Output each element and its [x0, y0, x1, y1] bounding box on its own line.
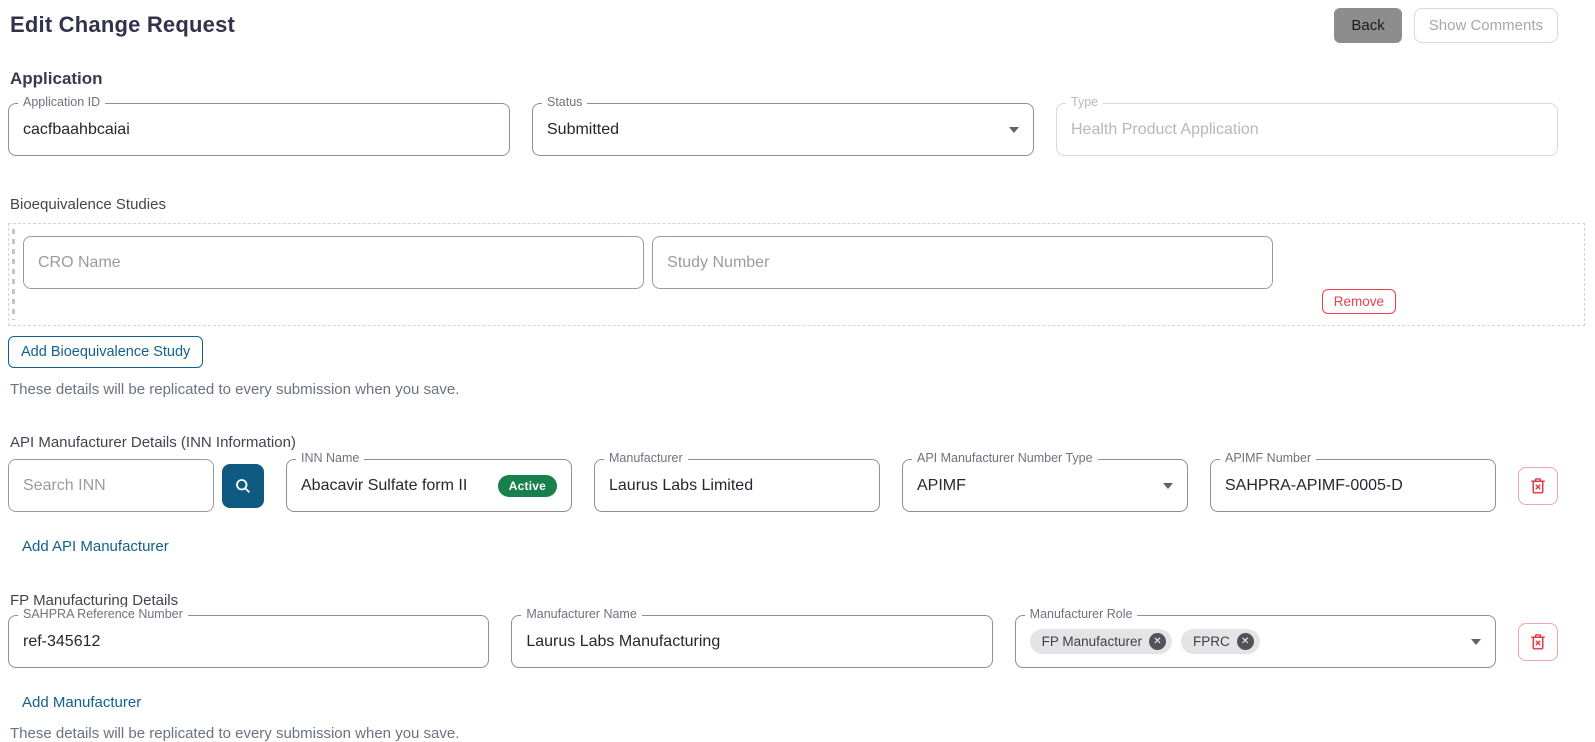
fp-manufacturing-row: SAHPRA Reference Number Manufacturer Nam…	[8, 615, 1558, 668]
apimf-number-input[interactable]	[1225, 477, 1481, 495]
inn-name-value: Abacavir Sulfate form II	[301, 477, 467, 495]
chip-fp-manufacturer: FP Manufacturer ✕	[1030, 629, 1172, 654]
apimf-number-field[interactable]: APIMF Number	[1210, 459, 1496, 512]
show-comments-button[interactable]: Show Comments	[1414, 8, 1558, 43]
delete-api-manufacturer-button[interactable]	[1518, 467, 1558, 505]
api-manufacturer-row: INN Name Abacavir Sulfate form II Active…	[8, 459, 1558, 512]
bioequivalence-note: These details will be replicated to ever…	[10, 381, 1585, 398]
fp-manufacturing-section-heading: FP Manufacturing Details	[10, 592, 1585, 609]
application-fields-row: Application ID Status Submitted Type Hea…	[8, 103, 1558, 156]
topbar: Edit Change Request Back Show Comments	[8, 8, 1585, 43]
back-button[interactable]: Back	[1334, 8, 1401, 43]
manufacturer-role-multiselect[interactable]: Manufacturer Role FP Manufacturer ✕ FPRC…	[1015, 615, 1496, 668]
application-id-input[interactable]	[23, 121, 495, 139]
trash-delete-icon	[1528, 632, 1548, 652]
search-inn-button[interactable]	[222, 464, 264, 508]
api-manufacturer-number-type-label: API Manufacturer Number Type	[912, 451, 1098, 465]
manufacturer-name-field[interactable]: Manufacturer Name	[511, 615, 992, 668]
manufacturer-label: Manufacturer	[604, 451, 688, 465]
manufacturer-name-label: Manufacturer Name	[521, 607, 641, 621]
inn-search-group	[8, 459, 264, 512]
close-circle-icon[interactable]: ✕	[1149, 633, 1166, 650]
active-status-badge: Active	[498, 475, 557, 497]
manufacturer-role-chips: FP Manufacturer ✕ FPRC ✕	[1030, 629, 1260, 654]
application-section-heading: Application	[10, 69, 1585, 89]
add-api-manufacturer-link[interactable]: Add API Manufacturer	[22, 538, 169, 555]
close-circle-icon[interactable]: ✕	[1237, 633, 1254, 650]
type-field: Type Health Product Application	[1056, 103, 1558, 156]
topbar-actions: Back Show Comments	[1334, 8, 1558, 43]
api-manufacturer-number-type-value: APIMF	[917, 477, 966, 495]
bioequivalence-study-row: Remove	[8, 223, 1585, 326]
page-title: Edit Change Request	[10, 12, 235, 38]
search-icon	[233, 476, 253, 496]
type-label: Type	[1066, 95, 1103, 109]
status-value: Submitted	[547, 121, 619, 139]
api-manufacturer-section-heading: API Manufacturer Details (INN Informatio…	[10, 434, 1585, 451]
caret-down-icon	[1471, 639, 1481, 645]
type-value: Health Product Application	[1071, 121, 1259, 139]
chip-fprc: FPRC ✕	[1181, 629, 1260, 654]
status-select[interactable]: Status Submitted	[532, 103, 1034, 156]
add-manufacturer-link[interactable]: Add Manufacturer	[22, 694, 141, 711]
cro-name-input[interactable]	[23, 236, 644, 289]
apimf-number-label: APIMF Number	[1220, 451, 1316, 465]
status-label: Status	[542, 95, 587, 109]
fp-manufacturing-note: These details will be replicated to ever…	[10, 725, 1585, 742]
manufacturer-field[interactable]: Manufacturer	[594, 459, 880, 512]
caret-down-icon	[1163, 483, 1173, 489]
sahpra-reference-number-field[interactable]: SAHPRA Reference Number	[8, 615, 489, 668]
application-id-field[interactable]: Application ID	[8, 103, 510, 156]
bioequivalence-inputs	[23, 236, 1572, 289]
bioequivalence-section-heading: Bioequivalence Studies	[10, 196, 1585, 213]
manufacturer-role-label: Manufacturer Role	[1025, 607, 1138, 621]
drag-handle[interactable]	[12, 229, 15, 320]
study-number-input[interactable]	[652, 236, 1273, 289]
sahpra-reference-number-input[interactable]	[23, 633, 474, 651]
application-id-label: Application ID	[18, 95, 105, 109]
trash-delete-icon	[1528, 476, 1548, 496]
chip-label: FPRC	[1193, 634, 1230, 649]
caret-down-icon	[1009, 127, 1019, 133]
api-manufacturer-number-type-select[interactable]: API Manufacturer Number Type APIMF	[902, 459, 1188, 512]
manufacturer-input[interactable]	[609, 477, 865, 495]
edit-change-request-page: Edit Change Request Back Show Comments A…	[0, 0, 1595, 742]
manufacturer-name-input[interactable]	[526, 633, 977, 651]
sahpra-reference-number-label: SAHPRA Reference Number	[18, 607, 188, 621]
remove-study-button[interactable]: Remove	[1322, 289, 1396, 314]
chip-label: FP Manufacturer	[1042, 634, 1142, 649]
search-inn-input[interactable]	[8, 459, 214, 512]
add-bioequivalence-study-button[interactable]: Add Bioequivalence Study	[8, 336, 203, 368]
inn-name-label: INN Name	[296, 451, 364, 465]
delete-fp-manufacturer-button[interactable]	[1518, 623, 1558, 661]
inn-name-field[interactable]: INN Name Abacavir Sulfate form II Active	[286, 459, 572, 512]
